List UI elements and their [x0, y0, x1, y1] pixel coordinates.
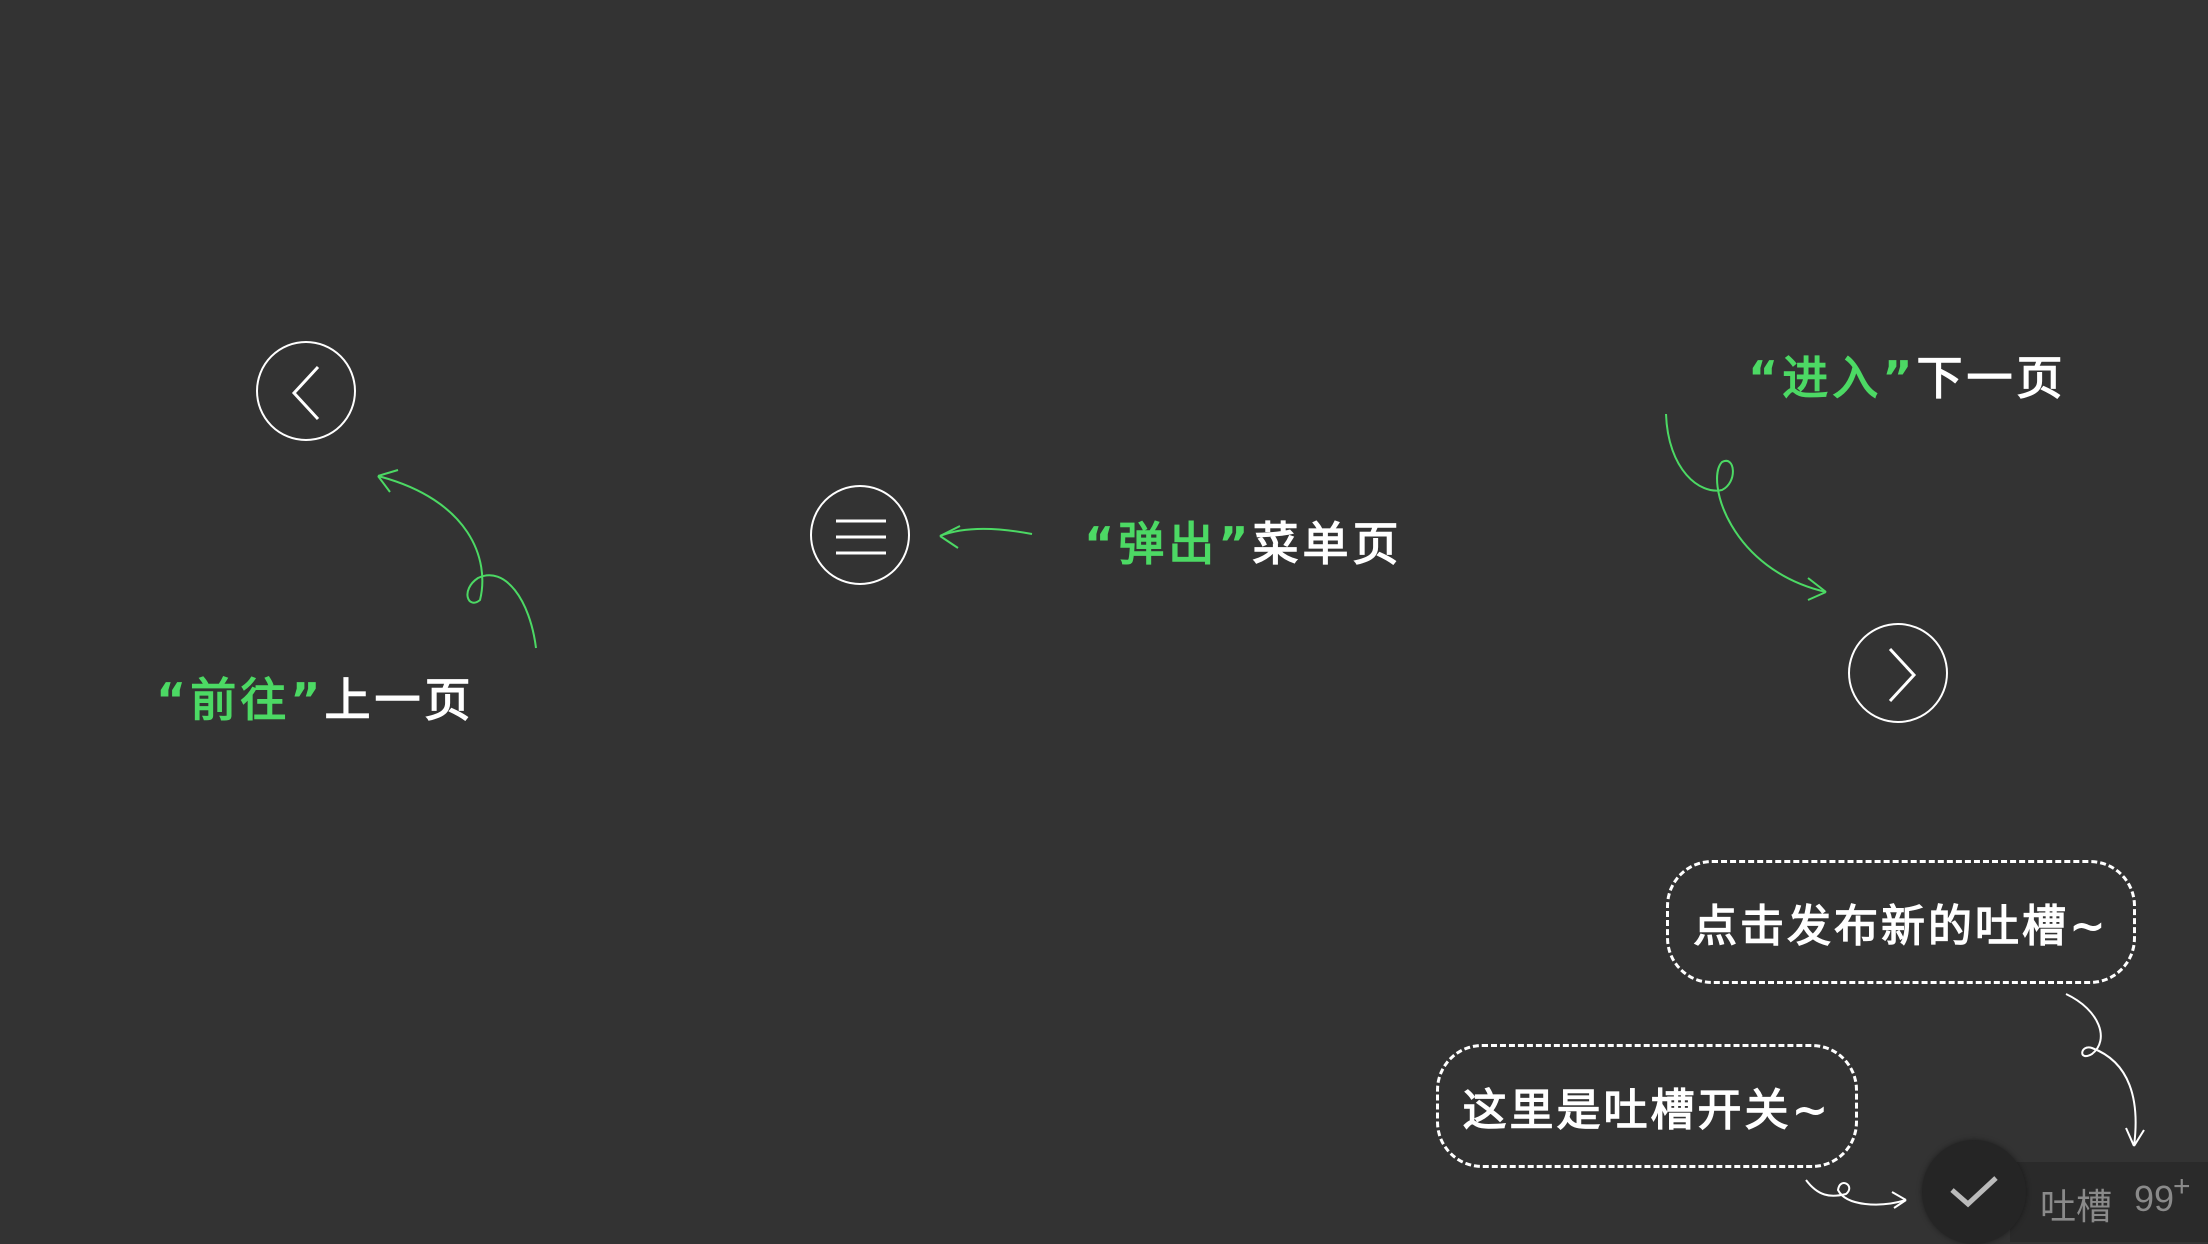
- tucao-label: 吐槽: [2040, 1186, 2113, 1227]
- tucao-count-plus: +: [2173, 1170, 2191, 1203]
- toggle-arrow-icon: [1805, 1179, 1907, 1209]
- prev-arrow-icon: [377, 469, 537, 649]
- next-arrow-icon: [1665, 413, 1827, 601]
- tucao-toggle-button[interactable]: [1922, 1140, 2026, 1244]
- publish-arrow-icon: [2065, 993, 2145, 1147]
- checkmark-icon: [1950, 1176, 1998, 1208]
- menu-arrow-icon: [939, 525, 1033, 549]
- annotation-arrows: [377, 413, 2145, 1209]
- tucao-count: 99: [2134, 1178, 2175, 1219]
